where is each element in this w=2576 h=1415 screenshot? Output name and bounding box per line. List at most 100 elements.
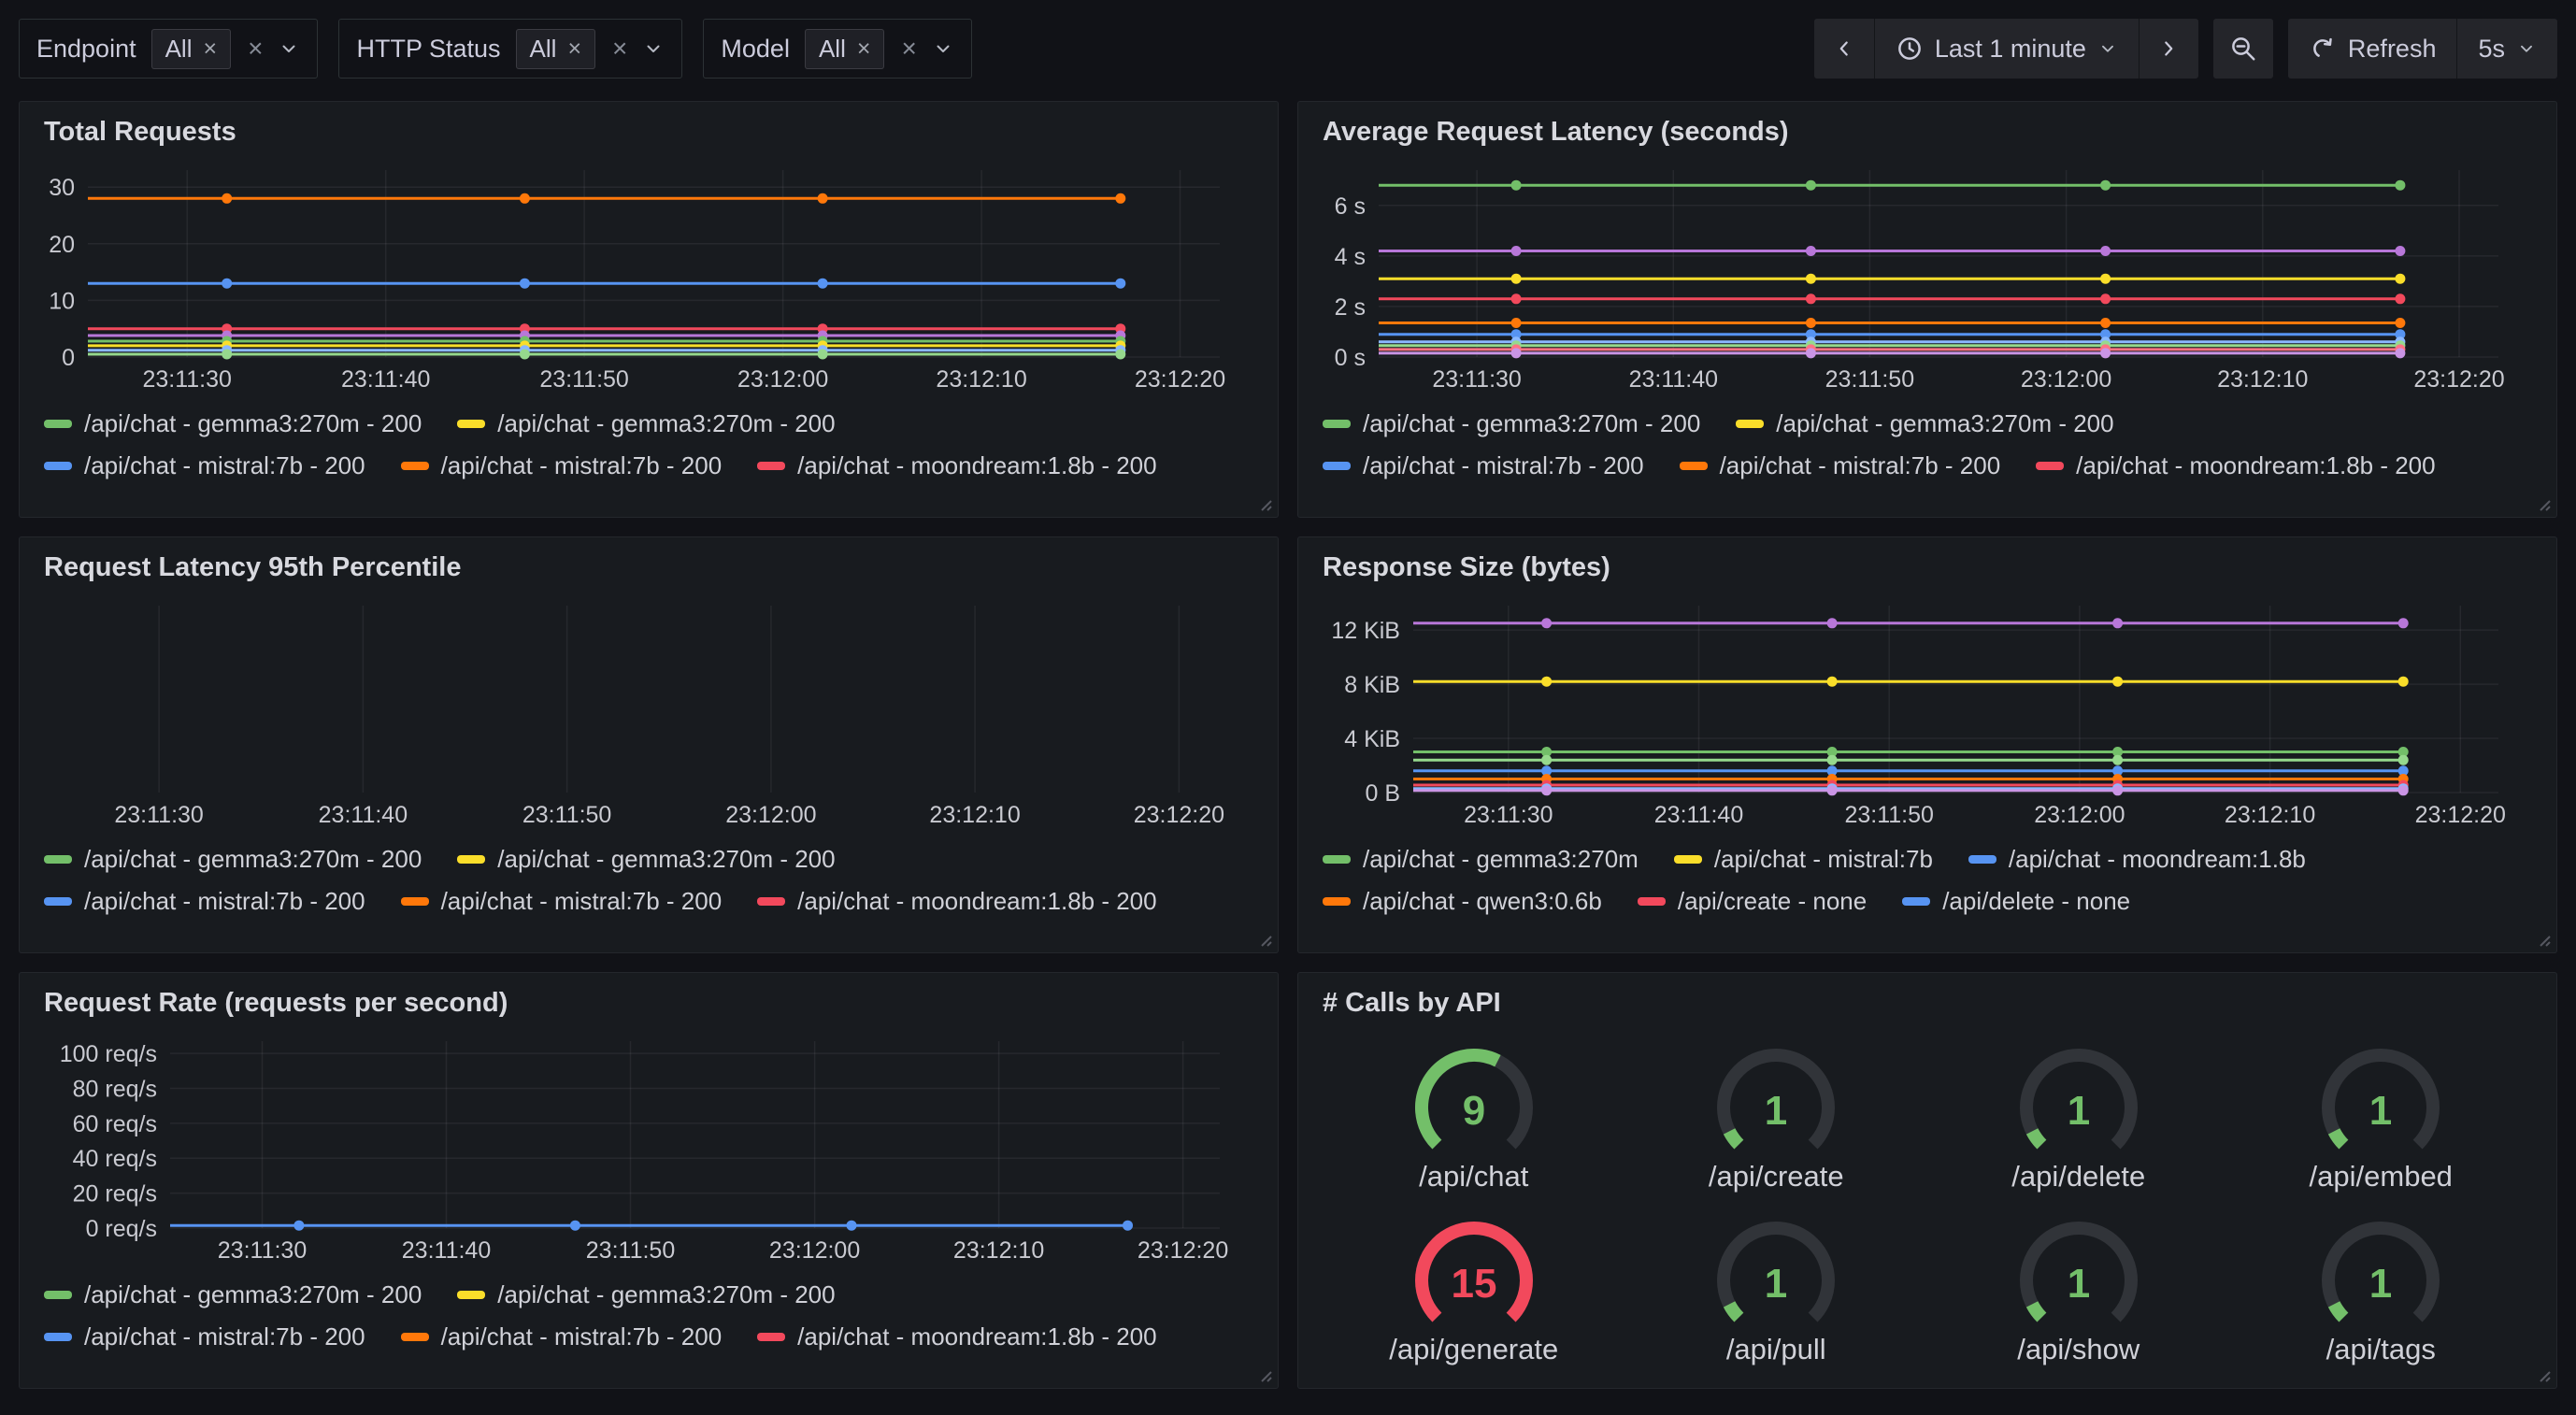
- chip-remove-icon[interactable]: ×: [857, 37, 871, 61]
- refresh-interval-dropdown[interactable]: 5s: [2456, 19, 2557, 79]
- chip-remove-icon[interactable]: ×: [204, 37, 218, 61]
- legend-swatch: [1323, 420, 1351, 428]
- clock-icon: [1896, 35, 1924, 63]
- legend-label: /api/chat - mistral:7b - 200: [84, 887, 365, 916]
- panel-title: Total Requests: [44, 117, 1253, 148]
- legend-item[interactable]: /api/chat - gemma3:270m - 200: [44, 1280, 422, 1309]
- svg-text:23:11:40: 23:11:40: [402, 1237, 491, 1264]
- gauge-value: 15: [1451, 1261, 1496, 1307]
- filter-model: Model All × ×: [703, 19, 971, 79]
- svg-text:0 B: 0 B: [1365, 780, 1400, 807]
- legend-item[interactable]: /api/chat - mistral:7b - 200: [44, 451, 365, 480]
- panel-request-latency-p95: Request Latency 95th Percentile 23:11:30…: [19, 536, 1279, 953]
- chip-value: All: [819, 35, 846, 64]
- filter-value-chip[interactable]: All ×: [516, 29, 596, 69]
- legend-item[interactable]: /api/create - none: [1638, 887, 1867, 916]
- chevron-down-icon[interactable]: [278, 37, 300, 60]
- filter-clear-icon[interactable]: ×: [248, 36, 263, 62]
- timeseries-chart[interactable]: 23:11:3023:11:4023:11:5023:12:0023:12:10…: [1323, 159, 2532, 394]
- legend-item[interactable]: /api/chat - mistral:7b - 200: [44, 1322, 365, 1351]
- zoom-out-button[interactable]: [2213, 19, 2273, 79]
- legend-swatch: [44, 1291, 72, 1299]
- panel-resize-handle[interactable]: [1256, 495, 1273, 512]
- legend-swatch: [401, 462, 429, 470]
- refresh-label: Refresh: [2348, 35, 2437, 64]
- legend-item[interactable]: /api/chat - mistral:7b - 200: [401, 451, 723, 480]
- legend-item[interactable]: /api/chat - mistral:7b - 200: [401, 887, 723, 916]
- legend-item[interactable]: /api/chat - gemma3:270m: [1323, 845, 1639, 874]
- panel-resize-handle[interactable]: [2535, 495, 2552, 512]
- legend-item[interactable]: /api/delete - none: [1902, 887, 2130, 916]
- time-shift-forward-button[interactable]: [2139, 19, 2198, 79]
- legend-item[interactable]: /api/chat - gemma3:270m - 200: [457, 409, 835, 438]
- svg-text:23:11:50: 23:11:50: [539, 366, 628, 393]
- gauge-value: 1: [2068, 1261, 2090, 1307]
- chip-remove-icon[interactable]: ×: [567, 37, 581, 61]
- time-range-picker-button[interactable]: Last 1 minute: [1874, 19, 2139, 79]
- svg-text:23:12:00: 23:12:00: [2034, 802, 2125, 828]
- svg-text:23:12:20: 23:12:20: [2413, 366, 2504, 393]
- svg-text:6 s: 6 s: [1335, 193, 1366, 220]
- svg-text:23:11:30: 23:11:30: [142, 366, 231, 393]
- legend-item[interactable]: /api/chat - moondream:1.8b - 200: [757, 1322, 1156, 1351]
- gauge: 1/api/show: [1999, 1211, 2158, 1366]
- filter-clear-icon[interactable]: ×: [612, 36, 627, 62]
- refresh-button[interactable]: Refresh: [2288, 19, 2457, 79]
- legend-label: /api/chat - moondream:1.8b - 200: [797, 451, 1156, 480]
- timeseries-chart[interactable]: 23:11:3023:11:4023:11:5023:12:0023:12:10…: [44, 594, 1253, 830]
- gauge-label: /api/chat: [1419, 1160, 1528, 1193]
- timeseries-chart[interactable]: 23:11:3023:11:4023:11:5023:12:0023:12:10…: [44, 159, 1253, 394]
- gauge-label: /api/show: [2017, 1333, 2140, 1366]
- filter-endpoint: Endpoint All × ×: [19, 19, 318, 79]
- legend-item[interactable]: /api/chat - moondream:1.8b: [1968, 845, 2306, 874]
- panel-resize-handle[interactable]: [1256, 931, 1273, 948]
- gauge-value: 1: [1765, 1261, 1787, 1307]
- timeseries-chart[interactable]: 23:11:3023:11:4023:11:5023:12:0023:12:10…: [44, 1030, 1253, 1265]
- filter-value-chip[interactable]: All ×: [151, 29, 232, 69]
- legend-label: /api/chat - mistral:7b - 200: [1720, 451, 2001, 480]
- panel-resize-handle[interactable]: [1256, 1366, 1273, 1383]
- chart-svg: 23:11:3023:11:4023:11:5023:12:0023:12:10…: [44, 1030, 1253, 1265]
- svg-text:23:12:00: 23:12:00: [2021, 366, 2111, 393]
- legend-item[interactable]: /api/chat - moondream:1.8b - 200: [757, 451, 1156, 480]
- gauge-value: 1: [2369, 1261, 2392, 1307]
- legend-swatch: [1680, 462, 1708, 470]
- legend-item[interactable]: /api/chat - moondream:1.8b - 200: [2036, 451, 2435, 480]
- panel-resize-handle[interactable]: [2535, 931, 2552, 948]
- legend-item[interactable]: /api/chat - qwen3:0.6b: [1323, 887, 1602, 916]
- svg-text:23:11:40: 23:11:40: [1629, 366, 1718, 393]
- svg-text:23:12:20: 23:12:20: [2415, 802, 2506, 828]
- filter-value-chip[interactable]: All ×: [805, 29, 885, 69]
- legend-item[interactable]: /api/chat - moondream:1.8b - 200: [757, 887, 1156, 916]
- timeseries-chart[interactable]: 23:11:3023:11:4023:11:5023:12:0023:12:10…: [1323, 594, 2532, 830]
- filter-clear-icon[interactable]: ×: [901, 36, 916, 62]
- svg-text:23:12:10: 23:12:10: [936, 366, 1026, 393]
- legend-item[interactable]: /api/chat - gemma3:270m - 200: [44, 409, 422, 438]
- chart-svg: 23:11:3023:11:4023:11:5023:12:0023:12:10…: [44, 594, 1253, 830]
- time-shift-back-button[interactable]: [1814, 19, 1874, 79]
- legend-item[interactable]: /api/chat - gemma3:270m - 200: [1736, 409, 2113, 438]
- legend-item[interactable]: /api/chat - gemma3:270m - 200: [44, 845, 422, 874]
- time-range-label: Last 1 minute: [1935, 35, 2086, 64]
- filter-http-status: HTTP Status All × ×: [338, 19, 682, 79]
- svg-text:23:11:50: 23:11:50: [1844, 802, 1933, 828]
- svg-text:23:12:10: 23:12:10: [929, 802, 1020, 828]
- legend-item[interactable]: /api/chat - gemma3:270m - 200: [1323, 409, 1700, 438]
- legend-item[interactable]: /api/chat - mistral:7b - 200: [44, 887, 365, 916]
- gauge-arc: 15: [1395, 1211, 1553, 1342]
- legend-item[interactable]: /api/chat - gemma3:270m - 200: [457, 845, 835, 874]
- legend-item[interactable]: /api/chat - mistral:7b - 200: [1680, 451, 2001, 480]
- svg-text:0: 0: [62, 345, 75, 371]
- legend-item[interactable]: /api/chat - mistral:7b: [1674, 845, 1933, 874]
- legend-swatch: [1323, 462, 1351, 470]
- panel-resize-handle[interactable]: [2535, 1366, 2552, 1383]
- legend-label: /api/chat - mistral:7b: [1714, 845, 1933, 874]
- chevron-down-icon[interactable]: [932, 37, 954, 60]
- legend-swatch: [1674, 855, 1702, 864]
- svg-text:80 req/s: 80 req/s: [73, 1077, 157, 1103]
- panel-request-rate: Request Rate (requests per second) 23:11…: [19, 972, 1279, 1389]
- chevron-down-icon[interactable]: [642, 37, 665, 60]
- legend-item[interactable]: /api/chat - mistral:7b - 200: [401, 1322, 723, 1351]
- legend-item[interactable]: /api/chat - gemma3:270m - 200: [457, 1280, 835, 1309]
- legend-item[interactable]: /api/chat - mistral:7b - 200: [1323, 451, 1644, 480]
